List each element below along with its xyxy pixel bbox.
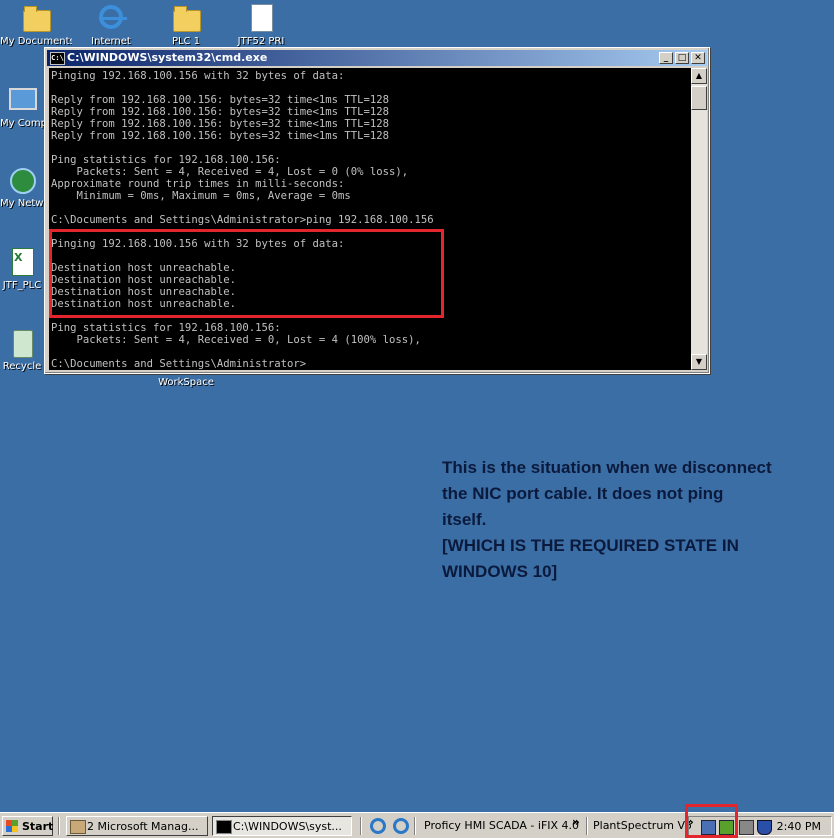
desktop-icon-my-computer[interactable]: My Computer — [0, 84, 44, 130]
desktop-icon-label: My Computer — [0, 118, 44, 129]
monitor-tray-icon[interactable] — [739, 820, 754, 835]
taskbar-button-mmc[interactable]: 2 Microsoft Manag... — [66, 816, 208, 836]
unreachable-highlight-box — [49, 229, 444, 318]
taskbar-separator — [586, 817, 588, 835]
desktop-icon-workspace-label[interactable]: WorkSpace — [150, 377, 222, 388]
excel-file-icon — [6, 246, 38, 278]
cmd-icon: C:\ — [50, 52, 65, 65]
recycle-bin-icon — [6, 327, 38, 359]
taskbar-button-label: 2 Microsoft Manag... — [87, 820, 199, 833]
taskbar-separator — [414, 817, 416, 835]
document-icon — [245, 2, 277, 34]
taskbar-separator — [360, 817, 362, 835]
start-button[interactable]: Start — [2, 816, 53, 836]
windows-flag-icon — [6, 820, 18, 832]
desktop-icon-label: My Network Places — [0, 198, 44, 209]
taskbar-separator — [58, 817, 60, 835]
window-titlebar[interactable]: C:\ C:\WINDOWS\system32\cmd.exe _ □ ✕ — [47, 50, 707, 66]
desktop-icon-internet[interactable]: Internet — [75, 2, 147, 48]
annotation-line: the NIC port cable. It does not ping — [442, 484, 724, 503]
desktop-icon-label: JTF_PLC — [2, 280, 42, 291]
desktop-icon-plc1[interactable]: PLC 1 — [150, 2, 222, 48]
annotation-line: itself. — [442, 510, 487, 529]
cmd-icon — [216, 820, 232, 834]
network-places-icon — [6, 164, 38, 196]
tray-highlight-box — [685, 804, 738, 838]
desktop-icon-network-places[interactable]: My Network Places — [0, 164, 44, 210]
internet-explorer-icon — [95, 2, 127, 34]
desktop-icon-recycle[interactable]: Recycle — [0, 327, 44, 373]
start-label: Start — [22, 820, 54, 833]
taskbar-item-proficy[interactable]: Proficy HMI SCADA - iFIX 4.0 — [424, 819, 579, 832]
folder-icon — [170, 2, 202, 34]
scroll-thumb[interactable] — [691, 86, 707, 110]
ie-icon[interactable] — [393, 818, 409, 834]
annotation-text: This is the situation when we disconnect… — [442, 455, 812, 585]
minimize-button[interactable]: _ — [659, 52, 673, 64]
annotation-line: WINDOWS 10] — [442, 562, 558, 581]
mmc-icon — [70, 820, 86, 834]
scroll-up-arrow-icon[interactable]: ▲ — [691, 68, 707, 84]
ie-icon[interactable] — [370, 818, 386, 834]
desktop-icon-jtf-plc[interactable]: JTF_PLC — [0, 246, 44, 292]
maximize-button[interactable]: □ — [675, 52, 689, 64]
shield-icon[interactable] — [757, 820, 772, 835]
window-title: C:\WINDOWS\system32\cmd.exe — [67, 51, 268, 64]
desktop-icon-my-documents[interactable]: My Documents — [0, 2, 72, 48]
scroll-down-arrow-icon[interactable]: ▼ — [691, 354, 707, 370]
console-text: Pinging 192.168.100.156 with 32 bytes of… — [51, 70, 434, 370]
annotation-line: This is the situation when we disconnect — [442, 458, 772, 477]
console-output-area[interactable]: Pinging 192.168.100.156 with 32 bytes of… — [49, 68, 691, 370]
close-button[interactable]: ✕ — [691, 52, 705, 64]
annotation-line: [WHICH IS THE REQUIRED STATE IN — [442, 536, 739, 555]
desktop-icon-label: Recycle — [2, 361, 42, 372]
desktop-icon-jtf52[interactable]: JTF52 PRI — [225, 2, 297, 48]
vertical-scrollbar[interactable]: ▲ ▼ — [691, 68, 707, 370]
taskbar-item-plantspectrum[interactable]: PlantSpectrum V5 — [593, 819, 692, 832]
my-computer-icon — [6, 84, 38, 116]
taskbar-more-chevron[interactable]: » — [572, 815, 580, 829]
taskbar-button-cmd[interactable]: C:\WINDOWS\syst... — [212, 816, 352, 836]
cmd-window[interactable]: C:\ C:\WINDOWS\system32\cmd.exe _ □ ✕ Pi… — [44, 47, 710, 374]
my-documents-icon — [20, 2, 52, 34]
clock[interactable]: 2:40 PM — [777, 820, 821, 833]
taskbar-button-label: C:\WINDOWS\syst... — [233, 820, 342, 833]
